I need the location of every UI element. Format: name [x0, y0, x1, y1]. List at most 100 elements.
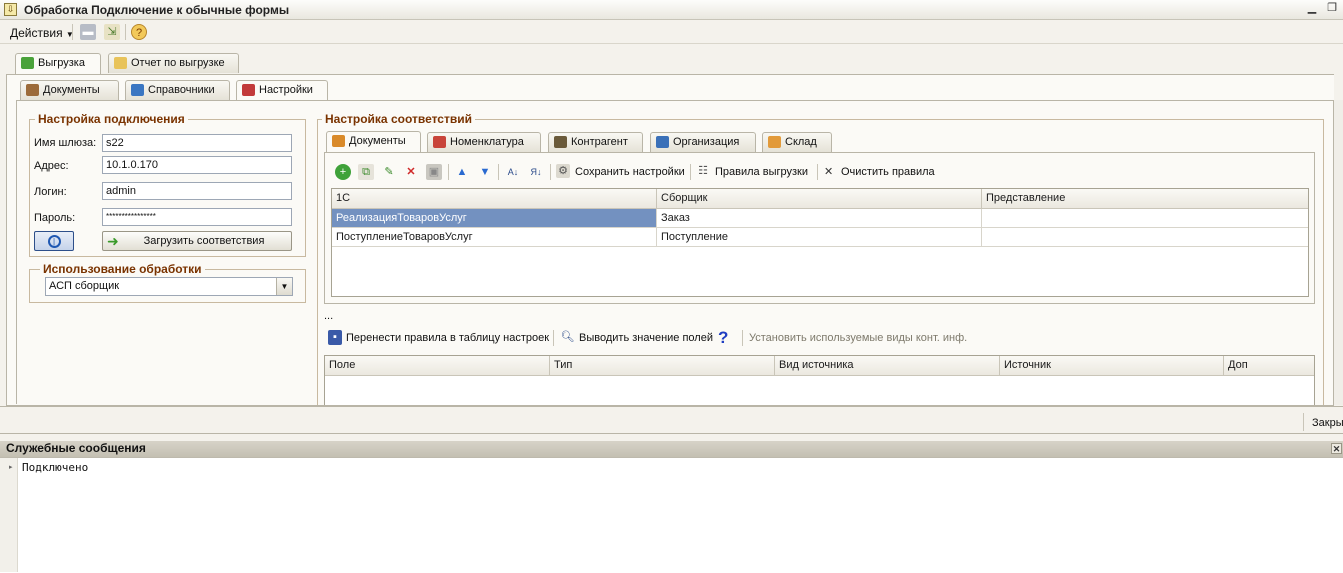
- message-line: Подключено: [22, 461, 89, 474]
- tab-catalogs[interactable]: Справочники: [125, 80, 230, 100]
- minimize-icon[interactable]: ▁: [1305, 2, 1319, 16]
- export-rules-label: Правила выгрузки: [715, 166, 808, 178]
- magnifier-icon: 🔍︎: [560, 331, 575, 343]
- help-icon[interactable]: ?: [131, 24, 147, 40]
- edit-icon[interactable]: ✎: [381, 164, 397, 180]
- rules-icon: ☷: [698, 165, 708, 177]
- cell-collector[interactable]: Заказ: [657, 209, 982, 227]
- delete-icon[interactable]: ✕: [403, 164, 419, 180]
- chevron-down-icon[interactable]: ▼: [276, 278, 292, 295]
- briefcase-icon: [26, 84, 39, 96]
- actions-menu[interactable]: Действия ▼: [10, 26, 74, 40]
- window-titlebar: ⇩ Обработка Подключение к обычные формы …: [0, 0, 1343, 20]
- toolbar-separator: [498, 164, 499, 180]
- table-row[interactable]: РеализацияТоваровУслуг Заказ: [332, 209, 1308, 228]
- tab-map-warehouse[interactable]: Склад: [762, 132, 832, 152]
- settings-icon: [242, 84, 255, 96]
- table-row[interactable]: ПоступлениеТоваровУслуг Поступление: [332, 228, 1308, 247]
- tab-settings[interactable]: Настройки: [236, 80, 328, 101]
- export-icon[interactable]: ⇲: [104, 24, 120, 40]
- toolbar-separator: [690, 164, 691, 180]
- close-messages-icon[interactable]: ✕: [1331, 443, 1342, 454]
- save-disabled-icon: ▣: [426, 164, 442, 180]
- usage-select[interactable]: АСП сборщик ▼: [45, 277, 293, 296]
- message-marker-icon: ▸: [9, 464, 13, 471]
- mapping-table: 1С Сборщик Представление РеализацияТовар…: [331, 188, 1309, 297]
- load-mappings-button[interactable]: ➜ Загрузить соответствия: [102, 231, 292, 251]
- column-header-representation[interactable]: Представление: [982, 189, 1308, 208]
- help-icon[interactable]: ?: [718, 328, 728, 348]
- usage-group-border: [305, 269, 306, 303]
- connection-group-border: [29, 256, 306, 257]
- cell-representation[interactable]: [982, 228, 1308, 246]
- power-icon: |: [47, 235, 61, 248]
- connection-group-border: [29, 119, 30, 257]
- actions-label: Действия: [10, 26, 63, 40]
- tab-upload-report-label: Отчет по выгрузке: [131, 57, 225, 69]
- messages-title-bar: Служебные сообщения ✕: [0, 441, 1343, 457]
- column-header-type[interactable]: Тип: [550, 356, 775, 375]
- close-button[interactable]: Закрыть: [1310, 410, 1343, 434]
- doc-icon: ⇩: [4, 3, 17, 16]
- tab-upload-report[interactable]: Отчет по выгрузке: [108, 53, 239, 73]
- cell-1c[interactable]: ПоступлениеТоваровУслуг: [332, 228, 657, 246]
- tab-map-nomenclature-label: Номенклатура: [450, 136, 524, 148]
- address-field[interactable]: 10.1.0.170: [102, 156, 292, 174]
- tab-documents-label: Документы: [43, 84, 100, 96]
- save-settings-icon: ⚙: [556, 164, 570, 178]
- password-field[interactable]: ****************: [102, 208, 292, 226]
- tab-upload-label: Выгрузка: [38, 57, 85, 69]
- login-label: Логин:: [34, 186, 67, 198]
- column-header-source-kind[interactable]: Вид источника: [775, 356, 1000, 375]
- add-icon[interactable]: +: [335, 164, 351, 180]
- restore-icon[interactable]: ❐: [1325, 2, 1339, 16]
- tab-upload[interactable]: Выгрузка: [15, 53, 101, 75]
- column-header-collector[interactable]: Сборщик: [657, 189, 982, 208]
- mapping-table-header: 1С Сборщик Представление: [332, 189, 1308, 209]
- cell-representation[interactable]: [982, 209, 1308, 227]
- tab-map-counterparty[interactable]: Контрагент: [548, 132, 643, 152]
- move-down-icon[interactable]: ▼: [477, 164, 493, 180]
- connection-group-border: [305, 119, 306, 257]
- column-header-1c[interactable]: 1С: [332, 189, 657, 208]
- copy-icon[interactable]: ⧉: [358, 164, 374, 180]
- tab-map-organization[interactable]: Организация: [650, 132, 756, 152]
- move-up-icon[interactable]: ▲: [454, 164, 470, 180]
- tab-map-documents-label: Документы: [349, 135, 406, 147]
- connection-group-title: Настройка подключения: [35, 112, 188, 126]
- toolbar-separator: [448, 164, 449, 180]
- usage-group-title: Использование обработки: [40, 262, 205, 276]
- column-header-source[interactable]: Источник: [1000, 356, 1224, 375]
- tab-catalogs-label: Справочники: [148, 84, 215, 96]
- sort-asc-icon[interactable]: A↓: [505, 164, 521, 180]
- splitter-ellipsis[interactable]: ...: [324, 310, 333, 322]
- connect-button[interactable]: |: [34, 231, 74, 251]
- gateway-field[interactable]: s22: [102, 134, 292, 152]
- tab-map-documents[interactable]: Документы: [326, 131, 421, 153]
- column-header-field[interactable]: Поле: [325, 356, 550, 375]
- cell-1c[interactable]: РеализацияТоваровУслуг: [332, 209, 657, 227]
- login-field[interactable]: admin: [102, 182, 292, 200]
- mapping-group-border: [1323, 119, 1324, 405]
- computer-icon[interactable]: ▬: [80, 24, 96, 40]
- toolbar-separator: [72, 24, 73, 40]
- set-contact-types-button[interactable]: Установить используемые виды конт. инф.: [749, 332, 967, 344]
- vertical-scrollbar[interactable]: [1333, 100, 1343, 405]
- arrow-right-icon: ➜: [107, 233, 119, 249]
- tab-documents[interactable]: Документы: [20, 80, 119, 100]
- footer-divider: [0, 406, 1343, 407]
- toolbar-separator: [817, 164, 818, 180]
- messages-gutter: ▸: [0, 458, 18, 572]
- tab-map-warehouse-label: Склад: [785, 136, 817, 148]
- messages-title: Служебные сообщения: [6, 441, 146, 455]
- fields-table-header: Поле Тип Вид источника Источник Доп: [325, 356, 1314, 376]
- tab-map-counterparty-label: Контрагент: [571, 136, 628, 148]
- column-header-extra[interactable]: Доп: [1224, 356, 1314, 375]
- tab-map-organization-label: Организация: [673, 136, 740, 148]
- cell-collector[interactable]: Поступление: [657, 228, 982, 246]
- goods-icon: [433, 136, 446, 148]
- tab-map-nomenclature[interactable]: Номенклатура: [427, 132, 541, 152]
- people-icon: [554, 136, 567, 148]
- sort-desc-icon[interactable]: Я↓: [528, 164, 544, 180]
- load-mappings-label: Загрузить соответствия: [143, 235, 265, 247]
